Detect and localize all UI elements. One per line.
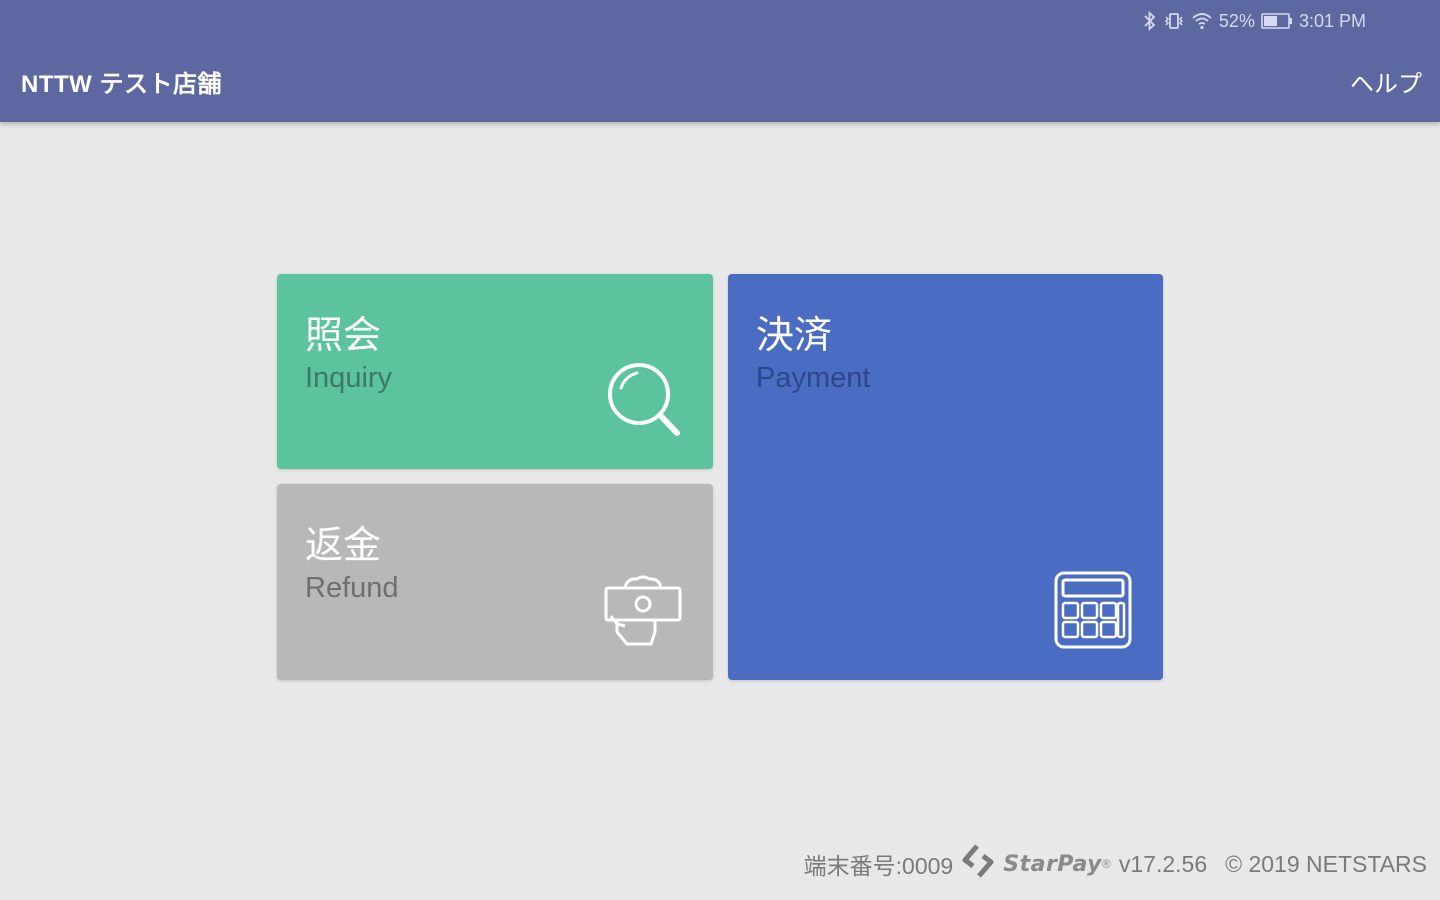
payment-tile[interactable]: 決済 Payment [728,274,1163,680]
inquiry-title: 照会 [305,313,382,357]
wifi-icon [1191,11,1213,31]
bluetooth-icon [1143,11,1157,31]
payment-title: 決済 [756,313,833,357]
app-bar: 52% 3:01 PM NTTW テスト店舗 ヘルプ [0,0,1440,122]
refund-cash-icon [603,574,683,654]
app-root: 52% 3:01 PM NTTW テスト店舗 ヘルプ 照会 Inquiry 返金… [0,0,1440,900]
store-name: NTTW テスト店舗 [21,71,222,98]
refund-title: 返金 [305,523,382,567]
status-bar: 52% 3:01 PM [1143,8,1366,34]
terminal-number: 端末番号:0009 [803,853,954,879]
brand-name: StarPay [1003,851,1103,877]
help-button[interactable]: ヘルプ [1350,64,1422,99]
search-icon [605,362,685,446]
starpay-logo-icon [961,843,995,885]
inquiry-subtitle: Inquiry [305,362,393,394]
battery-icon [1261,12,1293,30]
refund-tile[interactable]: 返金 Refund [277,484,713,680]
calculator-icon [1054,571,1132,653]
inquiry-tile[interactable]: 照会 Inquiry [277,274,713,469]
copyright: © 2019 NETSTARS [1225,850,1427,877]
battery-percent: 52% [1218,10,1255,31]
status-time: 3:01 PM [1298,10,1366,31]
refund-subtitle: Refund [305,572,399,604]
registered-mark: ® [1102,857,1111,871]
payment-subtitle: Payment [756,362,871,394]
footer: 端末番号:0009 StarPay ® v17.2.56 © 2019 NETS… [804,842,1427,886]
app-version: v17.2.56 [1118,850,1208,877]
vibrate-icon [1163,11,1185,31]
